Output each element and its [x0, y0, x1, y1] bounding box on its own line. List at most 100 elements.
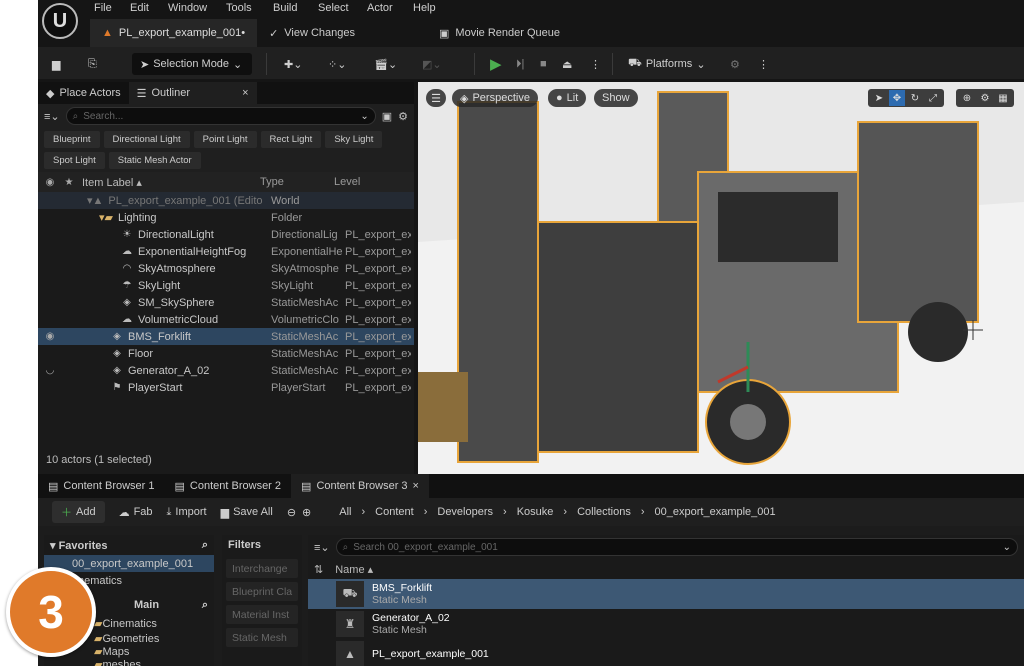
play-icon[interactable]: ▶	[490, 53, 502, 75]
sort-icon[interactable]: ⇅	[314, 563, 323, 576]
menu-help[interactable]: Help	[413, 2, 436, 14]
outliner-row[interactable]: ◡ ◈ Generator_A_02 StaticMeshAc PL_export_ex…	[38, 362, 414, 379]
breadcrumb-collections[interactable]: Collections	[577, 506, 631, 518]
select-icon[interactable]: ➤	[871, 90, 887, 106]
cinematics-icon[interactable]: 🎬︎⌄	[374, 53, 397, 75]
column-item-label[interactable]: Item Label ▴	[76, 176, 260, 189]
add-actor-icon[interactable]: ✚⌄	[284, 53, 302, 75]
breadcrumb-collection[interactable]: 00_export_example_001	[655, 506, 776, 518]
outliner-row[interactable]: ◠ SkyAtmosphere SkyAtmosphe PL_export_exa	[38, 260, 414, 277]
breadcrumb-content[interactable]: Content	[375, 506, 414, 518]
source-control-icon[interactable]: ⎘	[88, 53, 97, 75]
outliner-row[interactable]: ◉ ◈ BMS_Forklift StaticMeshAc PL_export_exa	[38, 328, 414, 345]
outliner-row[interactable]: ◈ Floor StaticMeshAc PL_export_exa	[38, 345, 414, 362]
filter-icon[interactable]: ≡⌄	[44, 110, 60, 123]
stop-icon[interactable]: ■	[540, 53, 547, 75]
filter-static-mesh[interactable]: Static Mesh	[226, 628, 298, 647]
chip-directional-light[interactable]: Directional Light	[103, 131, 190, 148]
menu-tools[interactable]: Tools	[226, 2, 252, 14]
unreal-logo-icon[interactable]: U	[42, 3, 78, 39]
surface-snap-icon[interactable]: ⚙	[977, 90, 993, 106]
blueprint-icon[interactable]: ⁘⌄	[328, 53, 346, 75]
menu-actor[interactable]: Actor	[367, 2, 393, 14]
save-icon[interactable]: ▆	[52, 53, 60, 75]
tab-content-browser-1[interactable]: ▤ Content Browser 1	[38, 474, 165, 498]
import-button[interactable]: ⤓ Import	[167, 506, 207, 519]
viewport-menu-icon[interactable]: ☰	[426, 89, 446, 107]
outliner-search-input[interactable]: ⌕ Search... ⌄	[65, 107, 376, 125]
filter-interchange[interactable]: Interchange	[226, 559, 298, 578]
filter-material-instance[interactable]: Material Inst	[226, 605, 298, 624]
scale-icon[interactable]: ⤢	[925, 90, 941, 106]
chip-sky-light[interactable]: Sky Light	[325, 131, 383, 148]
asset-row-bms-forklift[interactable]: ⛟ BMS_Forklift Static Mesh	[308, 579, 1024, 609]
eject-icon[interactable]: ⏏	[562, 53, 572, 75]
outliner-row[interactable]: ⚑ PlayerStart PlayerStart PL_export_exa	[38, 379, 414, 396]
tree-item-meshes[interactable]: ▰ meshes	[44, 658, 214, 666]
menu-edit[interactable]: Edit	[130, 2, 149, 14]
asset-search-input[interactable]: ⌕ Search 00_export_example_001 ⌄	[335, 538, 1018, 556]
column-name[interactable]: Name ▴	[335, 563, 373, 576]
chip-point-light[interactable]: Point Light	[193, 131, 257, 148]
globe-icon[interactable]: ⊕	[959, 90, 975, 106]
breadcrumb-developers[interactable]: Developers	[437, 506, 493, 518]
save-all-button[interactable]: ▆ Save All	[221, 506, 273, 519]
outliner-row[interactable]: ☁ VolumetricCloud VolumetricClo PL_export_e…	[38, 311, 414, 328]
asset-row-level[interactable]: ▲ PL_export_example_001	[308, 639, 1024, 666]
outliner-row[interactable]: ☁ ExponentialHeightFog ExponentialHe PL_exp…	[38, 243, 414, 260]
chip-static-mesh-actor[interactable]: Static Mesh Actor	[108, 152, 201, 169]
perspective-button[interactable]: ◈ Perspective	[452, 89, 538, 107]
chip-rect-light[interactable]: Rect Light	[260, 131, 322, 148]
filter-icon[interactable]: ≡⌄	[314, 541, 330, 554]
tab-content-browser-3[interactable]: ▤ Content Browser 3 ×	[291, 474, 429, 498]
column-level[interactable]: Level	[334, 176, 400, 188]
tab-outliner[interactable]: ☰ Outliner ×	[128, 82, 257, 104]
lit-button[interactable]: ● Lit	[548, 89, 587, 107]
chevron-down-icon[interactable]: ⌄	[1003, 542, 1011, 553]
fab-button[interactable]: ☁ Fab	[119, 506, 153, 519]
hidden-eye-icon[interactable]: ◡	[43, 365, 57, 376]
favorites-header[interactable]: ▾ Favorites ⌕	[44, 535, 214, 555]
tab-level[interactable]: ▲ PL_export_example_001•	[90, 19, 258, 47]
tab-view-changes[interactable]: ✓ View Changes	[257, 19, 367, 47]
outliner-row[interactable]: ☀ DirectionalLight DirectionalLig PL_export…	[38, 226, 414, 243]
search-icon[interactable]: ⌕	[202, 539, 208, 552]
breadcrumb-all[interactable]: All	[339, 506, 351, 518]
breadcrumb-kosuke[interactable]: Kosuke	[517, 506, 554, 518]
back-icon[interactable]: ⊖	[287, 506, 296, 519]
outliner-row[interactable]: ☂ SkyLight SkyLight PL_export_exa	[38, 277, 414, 294]
tab-place-actors[interactable]: ◆ Place Actors	[38, 82, 129, 104]
gear-icon[interactable]: ⚙	[398, 110, 408, 123]
level-viewport[interactable]: ☰ ◈ Perspective ● Lit Show ➤ ✥ ↻ ⤢ ⊕ ⚙ ▦	[418, 82, 1024, 474]
star-icon[interactable]: ★	[62, 177, 76, 188]
search-icon[interactable]: ⌕	[202, 599, 208, 612]
add-button[interactable]: ＋ Add	[52, 501, 105, 523]
menu-window[interactable]: Window	[168, 2, 207, 14]
menu-select[interactable]: Select	[318, 2, 349, 14]
menu-build[interactable]: Build	[273, 2, 297, 14]
tab-movie-render-queue[interactable]: ▣ Movie Render Queue	[427, 19, 572, 47]
step-icon[interactable]: ⏵|	[516, 53, 524, 75]
modes-icon[interactable]: ◩⌄	[422, 53, 442, 75]
tab-content-browser-2[interactable]: ▤ Content Browser 2	[165, 474, 292, 498]
settings-icon[interactable]: ⚙	[730, 53, 740, 75]
chip-spot-light[interactable]: Spot Light	[44, 152, 105, 169]
chip-blueprint[interactable]: Blueprint	[44, 131, 100, 148]
filter-blueprint-class[interactable]: Blueprint Cla	[226, 582, 298, 601]
outliner-row[interactable]: ◈ SM_SkySphere StaticMeshAc PL_export_exa	[38, 294, 414, 311]
chevron-down-icon[interactable]: ⌄	[360, 111, 368, 122]
selection-mode-dropdown[interactable]: ➤ Selection Mode ⌄	[132, 53, 252, 75]
close-icon[interactable]: ×	[242, 87, 248, 99]
more-options-icon[interactable]: ⋮	[758, 53, 769, 75]
translate-icon[interactable]: ✥	[889, 90, 905, 106]
grid-icon[interactable]: ▦	[995, 90, 1011, 106]
forward-icon[interactable]: ⊕	[302, 506, 311, 519]
close-icon[interactable]: ×	[413, 480, 419, 492]
show-button[interactable]: Show	[594, 89, 638, 107]
tree-row-lighting-folder[interactable]: ▾▰ Lighting Folder	[38, 209, 414, 226]
asset-row-generator[interactable]: ♜ Generator_A_02 Static Mesh	[308, 609, 1024, 639]
column-type[interactable]: Type	[260, 176, 334, 188]
menu-file[interactable]: File	[94, 2, 112, 14]
visibility-icon[interactable]: ◉	[43, 177, 57, 188]
platforms-dropdown[interactable]: ⛟ Platforms ⌄	[628, 53, 706, 75]
